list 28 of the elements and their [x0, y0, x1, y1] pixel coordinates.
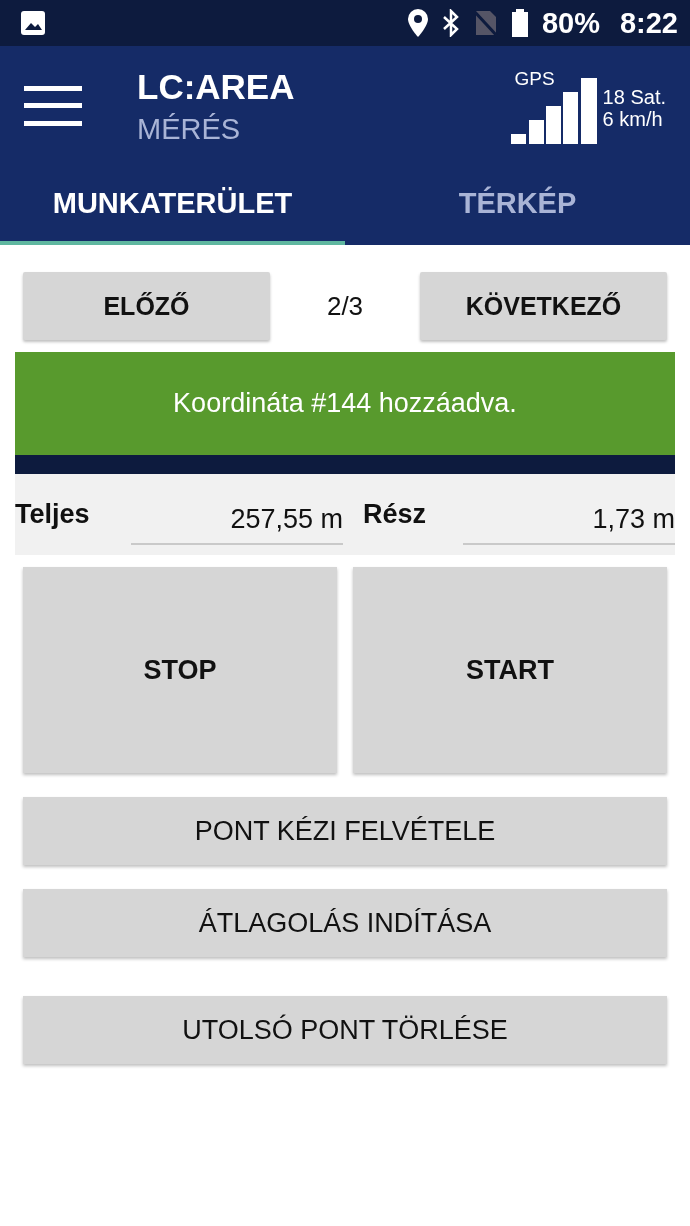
bluetooth-icon	[441, 9, 460, 37]
previous-button[interactable]: ELŐZŐ	[23, 272, 270, 340]
speed-reading: 6 km/h	[602, 108, 664, 130]
no-sim-icon	[473, 9, 498, 37]
action-button[interactable]: ÁTLAGOLÁS INDÍTÁSA	[23, 889, 667, 957]
menu-icon[interactable]	[24, 86, 82, 126]
gps-label: GPS	[514, 68, 555, 90]
action-button[interactable]: UTOLSÓ PONT TÖRLÉSE	[23, 996, 667, 1064]
start-button[interactable]: START	[353, 567, 667, 773]
stop-button[interactable]: STOP	[23, 567, 337, 773]
location-icon	[407, 9, 428, 37]
image-icon	[20, 10, 46, 36]
battery-percent: 80%	[541, 6, 600, 40]
distance-field: 257,55 m	[131, 498, 343, 545]
status-message: Koordináta #144 hozzáadva.	[15, 352, 675, 455]
distance-field: 1,73 m	[463, 498, 675, 545]
battery-icon	[511, 9, 528, 37]
satellite-count: 18 Sat.	[602, 86, 666, 108]
app-subtitle: MÉRÉS	[137, 112, 242, 146]
tab[interactable]: MUNKATERÜLET	[0, 166, 345, 245]
next-button[interactable]: KÖVETKEZŐ	[420, 272, 667, 340]
page-position: 2/3	[325, 290, 365, 322]
distance-label: Rész	[363, 499, 428, 530]
clock: 8:22	[619, 6, 678, 40]
tab[interactable]: TÉRKÉP	[345, 166, 690, 245]
distance-label: Teljes	[15, 499, 91, 530]
app-title: LC:AREA	[137, 66, 295, 107]
action-button[interactable]: PONT KÉZI FELVÉTELE	[23, 797, 667, 865]
